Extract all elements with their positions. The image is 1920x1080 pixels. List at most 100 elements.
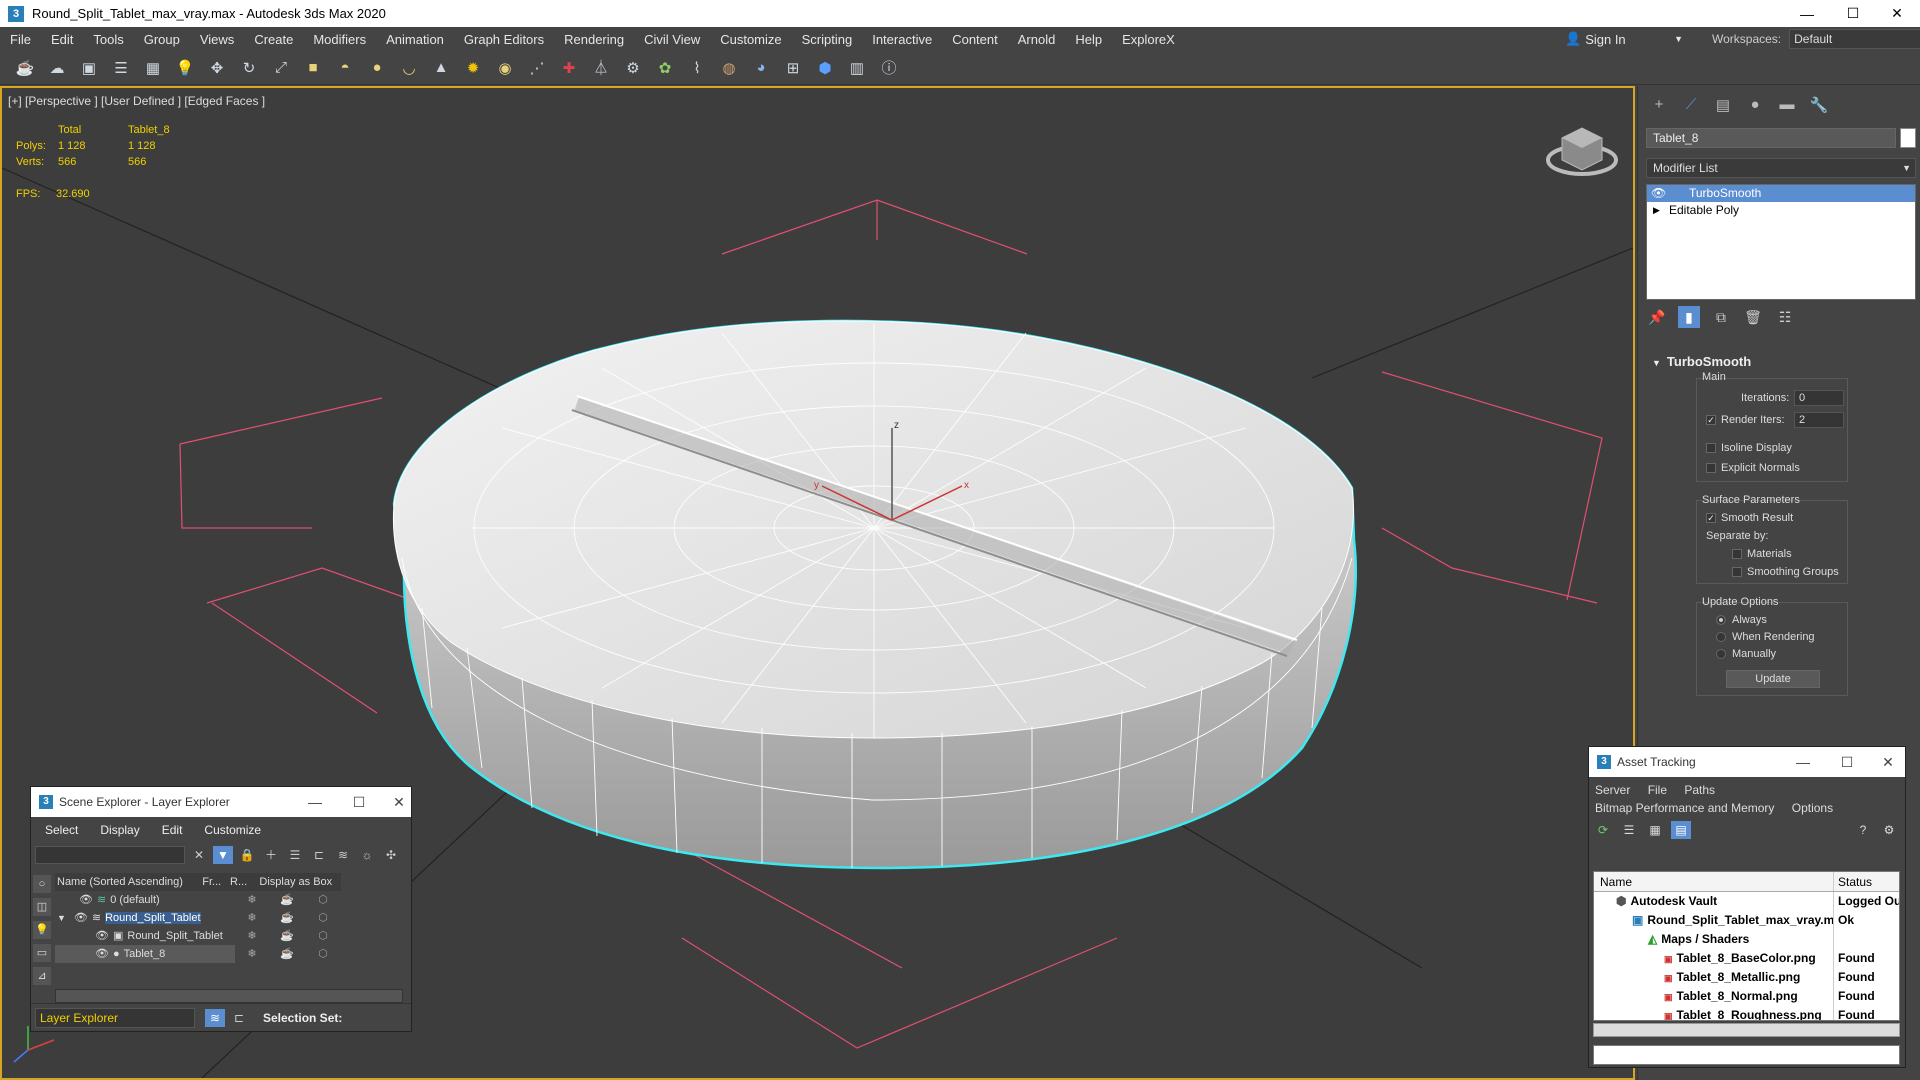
sun-icon[interactable]: ✹	[460, 55, 486, 81]
scene-explorer-titlebar[interactable]: 3 Scene Explorer - Layer Explorer — ☐ ✕	[31, 787, 411, 817]
at-menu-paths[interactable]: Paths	[1684, 783, 1715, 797]
tools-icon[interactable]: ▥	[844, 55, 870, 81]
workspaces-dropdown[interactable]: Default ▼	[1789, 29, 1920, 49]
move-icon[interactable]: ✥	[204, 55, 230, 81]
render-iters-spinner[interactable]: 2	[1794, 412, 1844, 428]
explicit-normals-checkbox[interactable]: Explicit Normals	[1706, 462, 1800, 474]
menu-tools[interactable]: Tools	[83, 32, 133, 47]
minimize-icon[interactable]: —	[297, 787, 333, 817]
at-menu-bitmap-performance[interactable]: Bitmap Performance and Memory	[1595, 801, 1774, 815]
dome-icon[interactable]: ◓	[332, 55, 358, 81]
teapot-icon[interactable]: ☕	[269, 909, 305, 927]
sphere-render-icon[interactable]: ◕	[748, 55, 774, 81]
smooth-result-checkbox[interactable]: ✓ Smooth Result	[1706, 512, 1793, 524]
sign-in-dropdown[interactable]: 👤 Sign In ▼	[1565, 29, 1683, 49]
horizontal-scrollbar[interactable]	[1593, 1023, 1900, 1037]
sort-icon[interactable]: ⊏	[229, 1009, 249, 1027]
manually-radio[interactable]: Manually	[1716, 648, 1776, 660]
render-icon[interactable]: ⬢	[812, 55, 838, 81]
configure-sets-icon[interactable]: ☷	[1774, 306, 1796, 328]
always-radio[interactable]: Always	[1716, 614, 1767, 626]
list-view-icon[interactable]: ☰	[1619, 821, 1639, 839]
lock-icon[interactable]: 🔒	[237, 846, 257, 864]
asset-tracking-titlebar[interactable]: 3 Asset Tracking — ☐ ✕	[1589, 747, 1905, 777]
iterations-spinner[interactable]: 0	[1794, 390, 1844, 406]
explorer-type-dropdown[interactable]: Layer Explorer	[35, 1007, 195, 1028]
sphere-icon[interactable]: ●	[364, 55, 390, 81]
menu-views[interactable]: Views	[190, 32, 244, 47]
object-color-swatch[interactable]	[1900, 128, 1916, 148]
render-iters-checkbox[interactable]: ✓ Render Iters:	[1706, 414, 1785, 426]
menu-customize[interactable]: Customize	[710, 32, 791, 47]
teapot-icon[interactable]: ☕	[269, 945, 305, 963]
clear-search-icon[interactable]: ✕	[189, 846, 209, 864]
object-name-field[interactable]: Tablet_8	[1646, 128, 1896, 148]
at-menu-server[interactable]: Server	[1595, 783, 1630, 797]
highlight-icon[interactable]: ☼	[357, 846, 377, 864]
gear-icon[interactable]: ⚙	[620, 55, 646, 81]
eye-icon[interactable]: 👁	[1651, 185, 1666, 202]
menu-group[interactable]: Group	[134, 32, 190, 47]
se-menu-select[interactable]: Select	[45, 823, 78, 837]
hf-icon[interactable]: ⌇	[684, 55, 710, 81]
se-menu-customize[interactable]: Customize	[204, 823, 261, 837]
pin-stack-icon[interactable]: 📌	[1646, 306, 1668, 328]
close-button[interactable]: ✕	[1874, 0, 1920, 27]
box-display-icon[interactable]: ⬡	[305, 909, 341, 927]
scale-icon[interactable]: ⤢	[268, 55, 294, 81]
image-icon[interactable]: ▣	[76, 55, 102, 81]
asset-row[interactable]: ▣ Round_Split_Tablet_max_vray.max Ok	[1594, 911, 1899, 930]
menu-explorex[interactable]: ExploreX	[1112, 32, 1185, 47]
scene-row[interactable]: 👁 ● Tablet_8 ❄ ☕ ⬡	[55, 945, 341, 963]
hierarchy-icon[interactable]: ⊏	[309, 846, 329, 864]
cone-icon[interactable]: ▲	[428, 55, 454, 81]
rollout-header[interactable]: ▼ TurboSmooth	[1646, 352, 1916, 372]
close-icon[interactable]: ✕	[385, 787, 413, 817]
box-display-icon[interactable]: ⬡	[305, 927, 341, 945]
filter-icon[interactable]: ▼	[213, 846, 233, 864]
add-selected-icon[interactable]: ✣	[381, 846, 401, 864]
stack-item-turbosmooth[interactable]: 👁 TurboSmooth	[1647, 185, 1915, 202]
help-icon[interactable]: ?	[1853, 821, 1873, 839]
freeze-icon[interactable]: ❄	[235, 927, 269, 945]
asset-row[interactable]: ▣ Tablet_8_Normal.png Found	[1594, 987, 1899, 1006]
expand-arrow-icon[interactable]: ▼	[57, 913, 66, 923]
se-menu-display[interactable]: Display	[100, 823, 139, 837]
maximize-icon[interactable]: ☐	[1829, 747, 1865, 777]
box-icon[interactable]: ■	[300, 55, 326, 81]
camera-filter-icon[interactable]: ▭	[33, 944, 51, 962]
utilities-tab-icon[interactable]: 🔧	[1806, 96, 1832, 116]
table-view-icon[interactable]: ▤	[1671, 821, 1691, 839]
menu-help[interactable]: Help	[1065, 32, 1112, 47]
layer-explorer-icon[interactable]: ≋	[205, 1008, 225, 1027]
rotate-icon[interactable]: ↻	[236, 55, 262, 81]
new-layer-icon[interactable]: ＋	[261, 846, 281, 864]
asset-row[interactable]: ⬢ Autodesk Vault Logged Out	[1594, 892, 1899, 911]
column-render[interactable]: R...	[230, 873, 259, 891]
render-setup-icon[interactable]: ⊞	[780, 55, 806, 81]
menu-animation[interactable]: Animation	[376, 32, 454, 47]
motion-tab-icon[interactable]: ●	[1742, 96, 1768, 116]
ball-icon[interactable]: ◍	[716, 55, 742, 81]
asset-row[interactable]: ▣ Tablet_8_Metallic.png Found	[1594, 968, 1899, 987]
freeze-icon[interactable]: ❄	[235, 909, 269, 927]
at-menu-file[interactable]: File	[1648, 783, 1667, 797]
list-icon[interactable]: ☰	[108, 55, 134, 81]
scene-row[interactable]: 👁 ≋ 0 (default) ❄ ☕ ⬡	[55, 891, 341, 909]
column-freeze[interactable]: Fr...	[202, 873, 230, 891]
menu-rendering[interactable]: Rendering	[554, 32, 634, 47]
scene-search-input[interactable]	[35, 846, 185, 864]
display-none-icon[interactable]: ○	[33, 875, 51, 893]
create-tab-icon[interactable]: +	[1646, 96, 1672, 116]
eye-icon[interactable]: 👁	[95, 948, 109, 960]
eye-icon[interactable]: 👁	[95, 930, 109, 942]
teapot-icon[interactable]: ☕	[12, 55, 38, 81]
teapot-icon[interactable]: ☕	[269, 927, 305, 945]
asset-row[interactable]: ◭ Maps / Shaders	[1594, 930, 1899, 949]
asset-row[interactable]: ▣ Tablet_8_Roughness.png Found	[1594, 1006, 1899, 1020]
tablet-mesh[interactable]	[392, 319, 1357, 870]
layers-icon[interactable]: ☰	[285, 846, 305, 864]
refresh-icon[interactable]: ⟳	[1593, 821, 1613, 839]
light-filter-icon[interactable]: 💡	[33, 921, 51, 939]
menu-create[interactable]: Create	[244, 32, 303, 47]
